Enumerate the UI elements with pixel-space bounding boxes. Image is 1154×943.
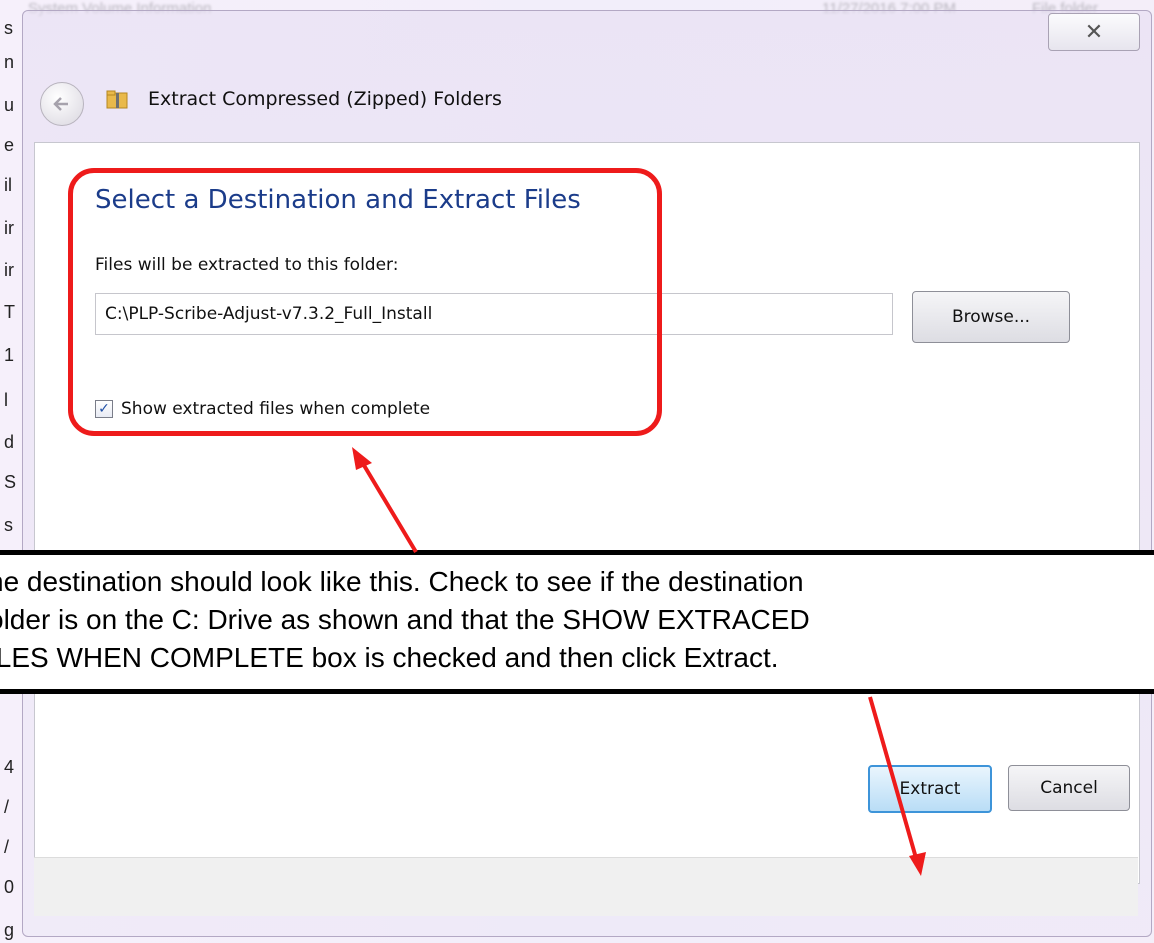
close-icon: ✕	[1084, 19, 1104, 45]
explorer-left-column: s n u e il ir ir T 1 l d Ss 4//0 g	[0, 0, 22, 943]
instruction-caption: he destination should look like this. Ch…	[0, 550, 1154, 694]
extract-button[interactable]: Extract	[868, 765, 992, 813]
back-button[interactable]	[40, 82, 84, 126]
explorer-row-fragment: 4	[4, 757, 15, 777]
back-arrow-icon	[53, 97, 68, 111]
explorer-row-fragment: il	[4, 175, 12, 195]
extract-dialog: ✕ Extract Compressed (Zipped) Folders Se…	[22, 0, 1154, 943]
explorer-row-fragment: s	[4, 515, 13, 535]
browse-button[interactable]: Browse...	[912, 291, 1070, 343]
explorer-row-fragment: g	[4, 920, 15, 940]
explorer-row-fragment: l	[4, 390, 8, 410]
caption-text: he destination should look like this. Ch…	[0, 566, 810, 673]
explorer-row-fragment: ir	[4, 218, 14, 238]
close-button[interactable]: ✕	[1048, 13, 1140, 51]
dialog-footer	[34, 857, 1138, 916]
zip-folder-icon	[106, 90, 128, 109]
explorer-row-fragment: s	[4, 18, 13, 38]
cancel-button[interactable]: Cancel	[1008, 765, 1130, 811]
explorer-row-fragment: T	[4, 302, 15, 322]
explorer-row-fragment: e	[4, 135, 15, 155]
explorer-row-fragment: d	[4, 432, 15, 452]
explorer-row-fragment: /	[4, 797, 10, 817]
explorer-row-fragment: 1	[4, 345, 15, 365]
explorer-row-fragment: 0	[4, 877, 15, 897]
explorer-row-fragment: /	[4, 837, 10, 857]
explorer-row-fragment: ir	[4, 260, 14, 280]
explorer-row-fragment: n	[4, 52, 15, 72]
explorer-row-fragment: u	[4, 95, 15, 115]
dialog-title: Extract Compressed (Zipped) Folders	[148, 88, 502, 110]
explorer-row-fragment: S	[4, 472, 17, 492]
highlight-box	[68, 168, 662, 436]
